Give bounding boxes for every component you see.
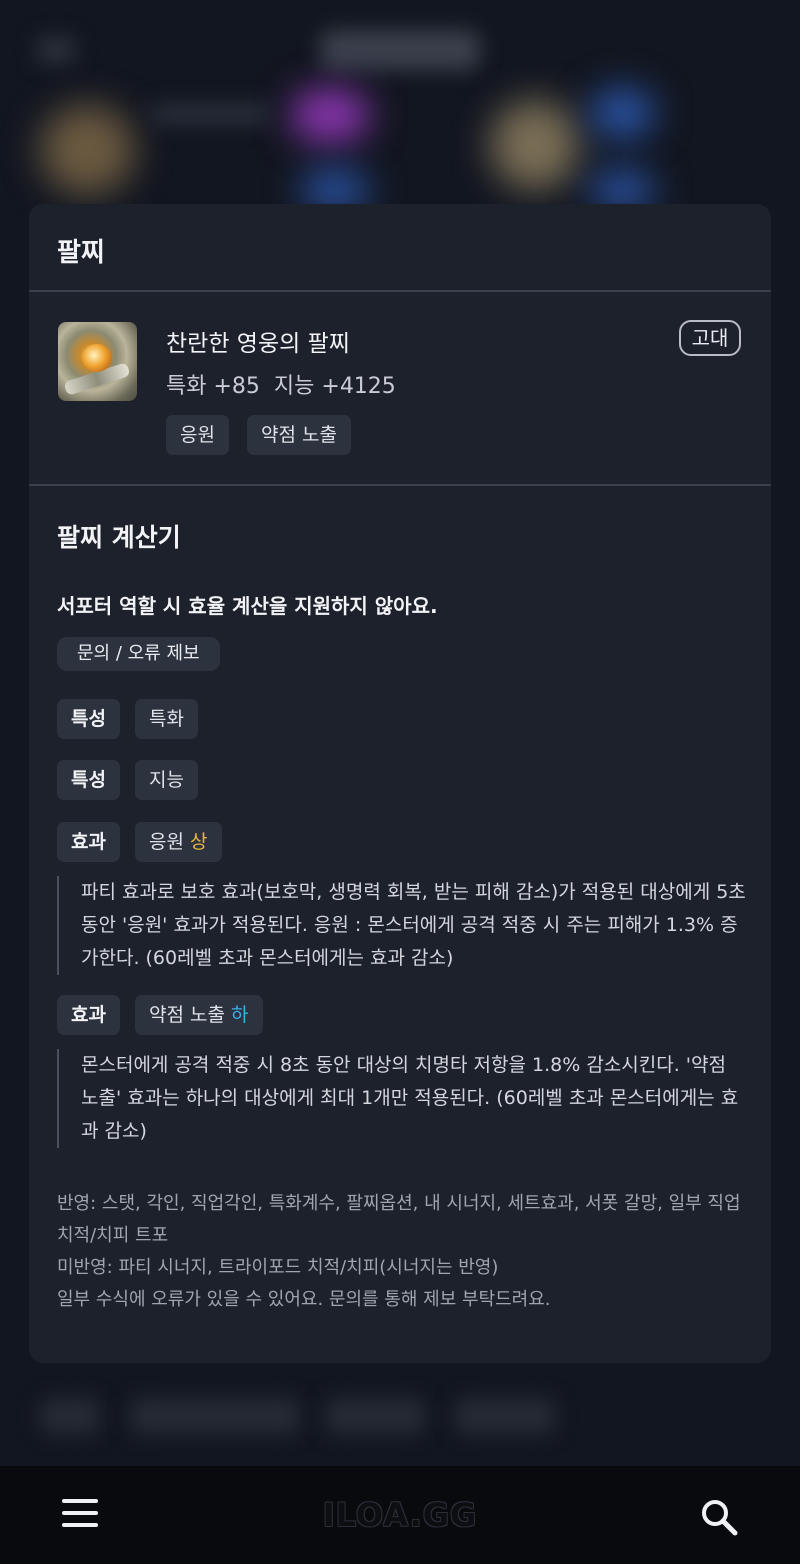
item-tag: 약점 노출 [247,415,351,455]
calculation-notes: 반영: 스탯, 각인, 직업각인, 특화계수, 팔찌옵션, 내 시너지, 세트효… [57,1188,747,1316]
row-label: 효과 [57,995,120,1035]
row-label: 특성 [57,760,120,800]
support-notice: 서포터 역할 시 효율 계산을 지원하지 않아요. [57,594,438,618]
item-tag: 응원 [166,415,229,455]
item-stat: 지능 +4125 [273,374,396,399]
bracelet-item-icon [58,322,137,401]
accessory-detail-card: 팔찌 찬란한 영웅의 팔찌 특화 +85 지능 +4125 고대 응원 약점 노출… [29,204,771,1363]
row-label: 특성 [57,699,120,739]
note-line: 일부 수식에 오류가 있을 수 있어요. 문의를 통해 제보 부탁드려요. [57,1289,551,1310]
row-label: 효과 [57,822,120,862]
logo-text: ILOA.GG [322,1466,478,1564]
item-name: 찬란한 영웅의 팔찌 [166,331,350,357]
effect-select-cheer[interactable]: 응원 상 [135,822,222,862]
stat-select-intelligence[interactable]: 지능 [135,760,198,800]
effect-description: 파티 효과로 보호 효과(보호막, 생명력 회복, 받는 피해 감소)가 적용된… [57,876,747,975]
divider [29,484,771,486]
effect-description: 몬스터에게 공격 적중 시 8초 동안 대상의 치명타 저항을 1.8% 감소시… [57,1049,747,1148]
divider [29,290,771,292]
search-icon[interactable] [700,1498,738,1536]
effect-name: 약점 노출 [149,1004,225,1026]
item-stats: 특화 +85 지능 +4125 [166,368,410,400]
site-logo[interactable]: ILOA.GG [0,1466,800,1564]
item-stat: 특화 +85 [166,374,260,399]
bottom-nav-bar: ILOA.GG [0,1466,800,1564]
note-line: 반영: 스탯, 각인, 직업각인, 특화계수, 팔찌옵션, 내 시너지, 세트효… [57,1193,741,1246]
effect-grade-high: 상 [190,831,208,853]
stat-select-specialization[interactable]: 특화 [135,699,198,739]
effect-select-weakness-exposure[interactable]: 약점 노출 하 [135,995,263,1035]
calculator-title: 팔찌 계산기 [57,523,181,552]
effect-name: 응원 [149,831,184,853]
effect-grade-low: 하 [231,1004,249,1026]
card-title: 팔찌 [57,238,105,268]
report-error-button[interactable]: 문의 / 오류 제보 [57,637,220,671]
note-line: 미반영: 파티 시너지, 트라이포드 치적/치피(시너지는 반영) [57,1257,499,1278]
grade-badge: 고대 [679,320,741,356]
